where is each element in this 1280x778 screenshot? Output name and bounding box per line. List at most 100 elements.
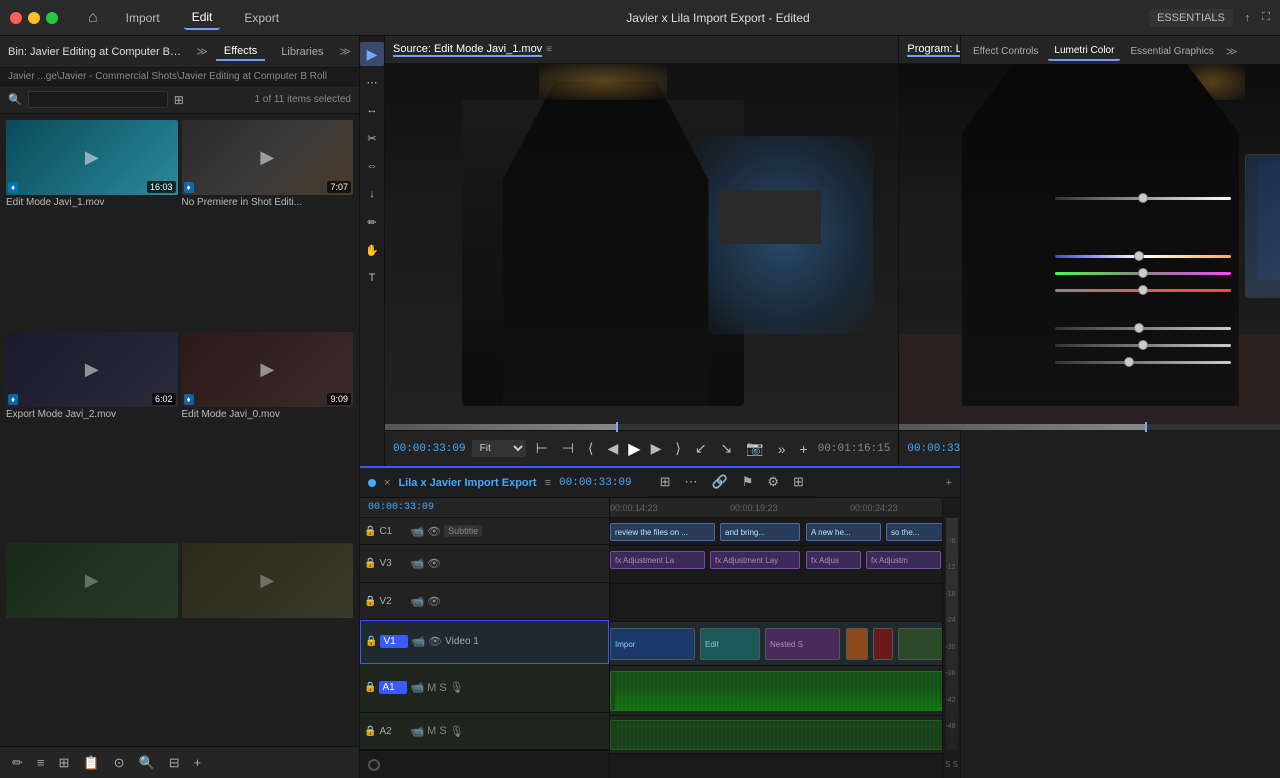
source-monitor-title[interactable]: Source: Edit Mode Javi_1.mov (393, 43, 542, 57)
track-mic-icon[interactable]: 🎙 (450, 681, 464, 694)
track-mic-icon[interactable]: 🎙 (450, 725, 464, 738)
video-clip[interactable]: Impor (610, 628, 695, 660)
mark-clip-icon[interactable]: ⟩ (671, 438, 684, 459)
home-icon[interactable]: ⌂ (88, 9, 98, 27)
list-item[interactable]: ▶ (6, 543, 178, 740)
panel-close-icon[interactable]: ≫ (1226, 45, 1238, 58)
track-audio-icon[interactable]: 📹 (410, 725, 424, 738)
tab-effects[interactable]: Effects (216, 43, 265, 61)
source-playbar[interactable] (385, 424, 898, 430)
video-clip[interactable] (846, 628, 868, 660)
slip-tool-button[interactable]: ⇔ (360, 154, 384, 178)
track-mute-icon[interactable]: M (427, 682, 436, 694)
bin-search-input[interactable] (28, 91, 168, 108)
markers-icon[interactable]: ⚑ (738, 472, 758, 492)
subtitle-clip[interactable]: review the files on ... (610, 523, 715, 541)
track-eye-icon[interactable]: 👁 (427, 595, 441, 608)
audio-clip[interactable] (610, 671, 942, 711)
add-track-icon[interactable]: ⊞ (789, 472, 808, 492)
type-tool-button[interactable]: T (360, 266, 384, 290)
maximize-window-button[interactable] (46, 12, 58, 24)
temperature-slider[interactable] (1055, 255, 1231, 258)
tint-slider[interactable] (1055, 272, 1231, 275)
tab-essential-graphics[interactable]: Essential Graphics (1124, 43, 1219, 60)
fullscreen-icon[interactable]: ⛶ (1262, 11, 1270, 24)
select-tool-button[interactable]: ▶ (360, 42, 384, 66)
mark-out-icon[interactable]: ⊣ (558, 438, 578, 459)
track-solo-icon[interactable]: S (439, 725, 446, 737)
saturation-slider[interactable] (1055, 289, 1231, 292)
close-sequence-icon[interactable]: × (384, 477, 390, 489)
track-eye-icon[interactable]: 👁 (427, 557, 441, 570)
share-icon[interactable]: ↑ (1245, 12, 1251, 24)
adj-clip[interactable]: fx Adjus (806, 551, 861, 569)
overwrite-icon[interactable]: ↘ (717, 438, 737, 459)
timeline-scroll-circle[interactable] (368, 759, 380, 771)
track-video-icon[interactable]: 📹 (410, 525, 424, 538)
close-window-button[interactable] (10, 12, 22, 24)
ripple-tool-button[interactable]: ⋯ (360, 70, 384, 94)
pen-tool-button[interactable]: ✏ (360, 210, 384, 234)
source-fit-select[interactable]: Fit25%50%75%100% (472, 440, 526, 457)
bin-expand-icon[interactable]: ≫ (196, 45, 208, 58)
find-icon[interactable]: 🔍 (135, 753, 159, 773)
source-monitor-menu-icon[interactable]: ≡ (546, 44, 552, 55)
snap-icon[interactable]: ⊞ (656, 472, 675, 492)
automate-icon[interactable]: ⊙ (110, 753, 129, 773)
new-item-icon[interactable]: ✏ (8, 753, 27, 773)
tab-effect-controls[interactable]: Effect Controls (967, 43, 1044, 60)
track-lock-icon[interactable]: 🔒 (365, 636, 377, 647)
tab-libraries[interactable]: Libraries (273, 44, 331, 60)
add-icon[interactable]: + (796, 439, 812, 459)
track-audio-icon[interactable]: 📹 (410, 681, 424, 694)
timeline-menu-icon[interactable]: ≡ (545, 477, 551, 489)
adj-clip[interactable]: fx Adjustment La (610, 551, 705, 569)
video-clip[interactable]: Edit (700, 628, 760, 660)
contrast-slider[interactable] (1055, 344, 1231, 347)
highlights-slider[interactable] (1055, 361, 1231, 364)
nav-import[interactable]: Import (118, 7, 168, 29)
freeform-view-icon[interactable]: 📋 (79, 753, 103, 773)
extra-btn[interactable]: » (774, 439, 790, 459)
razor-tool-button[interactable]: ✂ (360, 126, 384, 150)
list-item[interactable]: ▶ 16:03 ♦ Edit Mode Javi_1.mov (6, 120, 178, 328)
insert-icon[interactable]: ↙ (691, 438, 711, 459)
track-eye-icon[interactable]: 👁 (427, 525, 441, 538)
subtitle-clip[interactable]: A new he... (806, 523, 881, 541)
intensity-slider[interactable] (1055, 197, 1231, 200)
minimize-window-button[interactable] (28, 12, 40, 24)
track-video-icon[interactable]: 📹 (411, 635, 425, 648)
audio-clip[interactable] (610, 720, 942, 750)
subtitle-clip[interactable]: and bring... (720, 523, 800, 541)
hand-tool-button[interactable]: ✋ (360, 238, 384, 262)
track-video-icon[interactable]: 📹 (410, 557, 424, 570)
rate-stretch-button[interactable]: ↔ (360, 98, 384, 122)
play-back-icon[interactable]: ◀ (604, 438, 623, 459)
play-button[interactable]: ▶ (628, 439, 640, 459)
bin-icon-button[interactable]: ⊞ (174, 93, 184, 107)
adj-clip[interactable]: fx Adjustment Lay (710, 551, 800, 569)
track-mute-icon[interactable]: M (427, 725, 436, 737)
video-clip[interactable]: Nested S (765, 628, 840, 660)
icon-view-icon[interactable]: ⊞ (55, 753, 74, 773)
track-solo-icon[interactable]: S (439, 682, 446, 694)
camera-icon[interactable]: 📷 (742, 438, 767, 459)
list-item[interactable]: ▶ 7:07 ♦ No Premiere in Shot Editi... (182, 120, 354, 328)
subtitle-clip[interactable]: so the... (886, 523, 942, 541)
exposure-slider[interactable] (1055, 327, 1231, 330)
essentials-button[interactable]: ESSENTIALS (1149, 9, 1233, 27)
step-fwd-icon[interactable]: ▶ (647, 438, 666, 459)
video-clip[interactable] (898, 628, 942, 660)
timeline-tracks-content[interactable]: 00:00:14:23 00:00:19:23 00:00:24:23 00:0… (610, 498, 942, 778)
list-item[interactable]: ▶ (182, 543, 354, 740)
video-clip[interactable] (873, 628, 893, 660)
track-lock-icon[interactable]: 🔒 (364, 596, 376, 607)
add-clip-icon[interactable]: + (946, 477, 952, 489)
new-bin-icon[interactable]: + (190, 753, 206, 772)
program-playbar[interactable] (899, 424, 1280, 430)
list-item[interactable]: ▶ 9:09 ♦ Edit Mode Javi_0.mov (182, 332, 354, 540)
track-lock-icon[interactable]: 🔒 (364, 726, 376, 737)
tab-lumetri-color[interactable]: Lumetri Color (1048, 42, 1120, 61)
nav-edit[interactable]: Edit (184, 6, 221, 30)
bin-settings-icon[interactable]: ⊟ (165, 753, 184, 773)
